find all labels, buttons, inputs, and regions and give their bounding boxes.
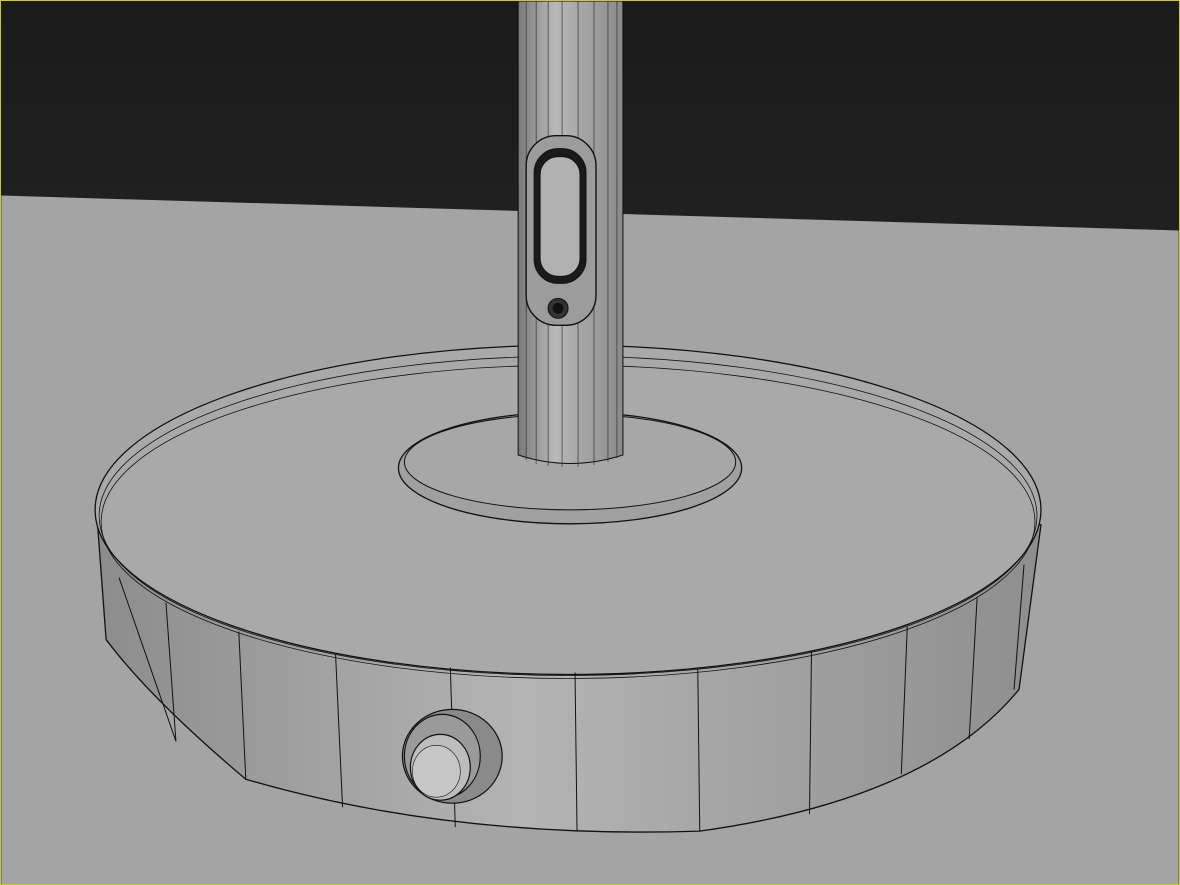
3d-viewport[interactable] (0, 0, 1180, 885)
knob (401, 708, 503, 804)
switch-slider (539, 156, 581, 277)
viewport-scene[interactable] (1, 1, 1179, 884)
lamp-pole (517, 1, 624, 467)
